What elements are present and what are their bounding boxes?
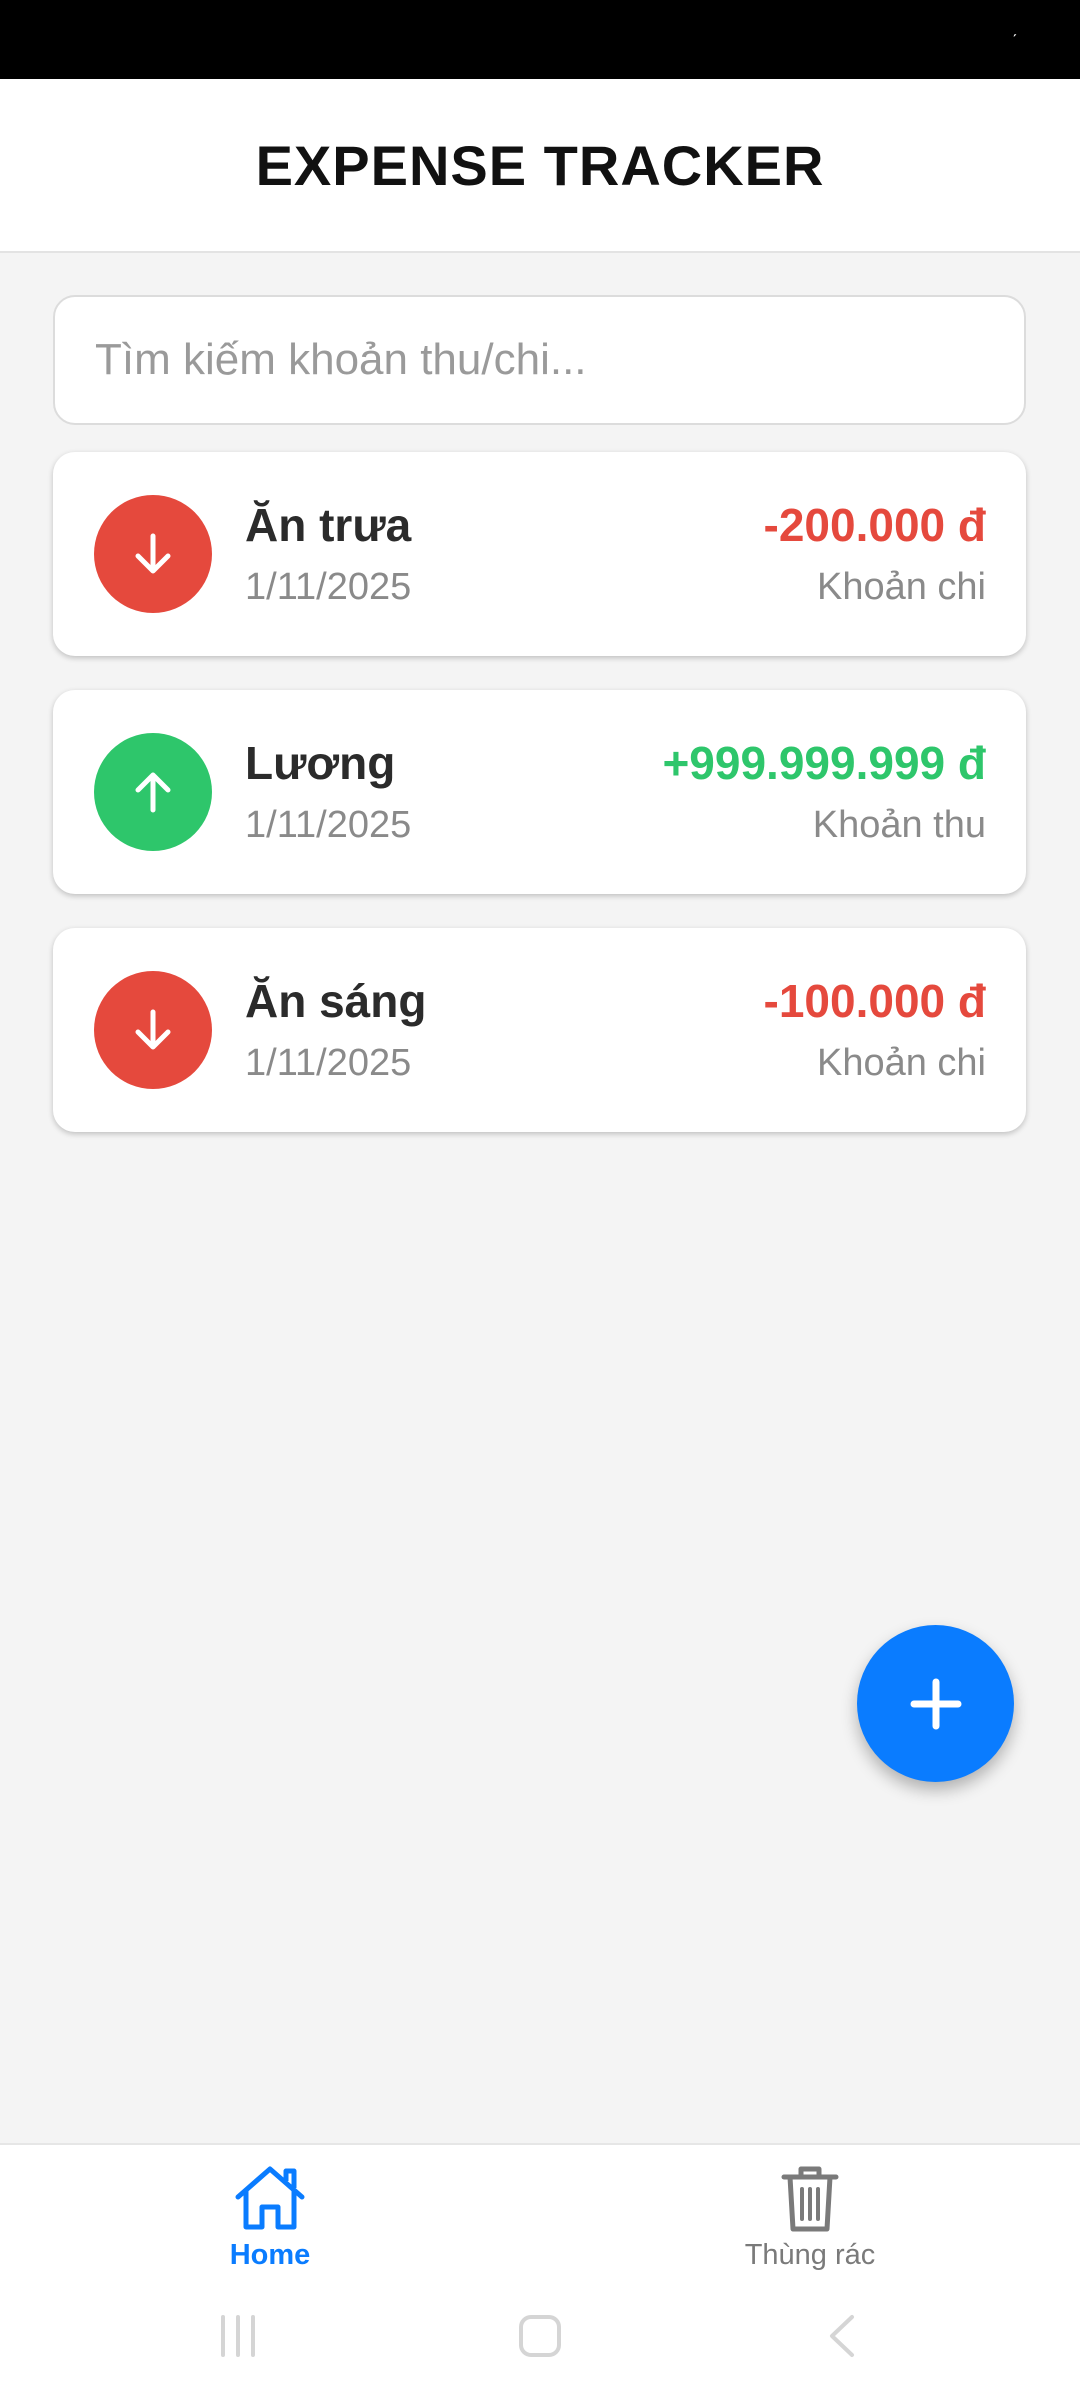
expense-badge: [94, 971, 212, 1089]
transaction-amount: -100.000 đ: [763, 975, 986, 1027]
transaction-card[interactable]: Ăn sáng 1/11/2025 -100.000 đ Khoản chi: [53, 928, 1026, 1132]
home-icon[interactable]: [517, 2313, 563, 2359]
home-icon: [235, 2166, 305, 2230]
transaction-kind: Khoản chi: [816, 1042, 986, 1084]
back-icon[interactable]: [820, 2313, 866, 2359]
status-bar: ˊ: [0, 0, 1080, 79]
transaction-date: 1/11/2025: [245, 566, 412, 608]
transaction-card[interactable]: Lương 1/11/2025 +999.999.999 đ Khoản thu: [53, 690, 1026, 894]
nav-label-home: Home: [229, 2239, 311, 2271]
plus-icon: [910, 1678, 961, 1729]
transaction-card[interactable]: Ăn trưa 1/11/2025 -200.000 đ Khoản chi: [53, 452, 1026, 656]
transaction-kind: Khoản thu: [812, 804, 986, 846]
transaction-kind: Khoản chi: [816, 566, 986, 608]
transaction-date: 1/11/2025: [245, 1042, 412, 1084]
transaction-name: Ăn sáng: [245, 975, 427, 1027]
status-indicator-icon: ˊ: [1012, 33, 1018, 50]
income-badge: [94, 733, 212, 851]
app-header: EXPENSE TRACKER: [0, 79, 1080, 253]
transaction-amount: -200.000 đ: [763, 499, 986, 551]
nav-label-trash: Thùng rác: [744, 2239, 876, 2271]
arrow-down-icon: [135, 533, 171, 574]
nav-item-trash[interactable]: Thùng rác: [690, 2163, 930, 2283]
transaction-name: Lương: [245, 737, 396, 789]
nav-item-home[interactable]: Home: [150, 2163, 390, 2283]
bottom-navigation: Home Thùng rác: [0, 2143, 1080, 2291]
arrow-down-icon: [135, 1009, 171, 1050]
transaction-date: 1/11/2025: [245, 804, 412, 846]
expense-badge: [94, 495, 212, 613]
add-transaction-button[interactable]: [857, 1625, 1014, 1782]
trash-icon: [781, 2166, 839, 2232]
search-input[interactable]: [53, 295, 1026, 425]
transaction-list: Ăn trưa 1/11/2025 -200.000 đ Khoản chi L…: [53, 452, 1028, 1166]
recent-apps-icon[interactable]: [215, 2313, 261, 2359]
arrow-up-icon: [135, 772, 171, 813]
transaction-amount: +999.999.999 đ: [662, 737, 986, 789]
system-navigation-bar: [0, 2291, 1080, 2400]
page-title: EXPENSE TRACKER: [255, 133, 825, 197]
transaction-name: Ăn trưa: [245, 499, 412, 551]
